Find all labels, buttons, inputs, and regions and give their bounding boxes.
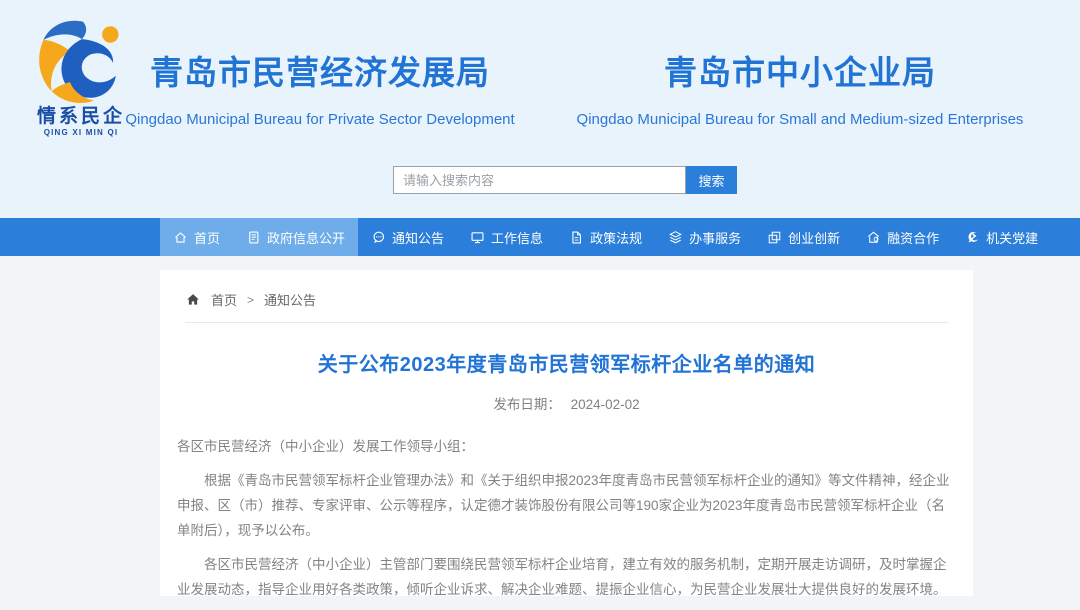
bureau-right-title: 青岛市中小企业局 — [540, 46, 1060, 94]
nav-item-policies[interactable]: 政策法规 — [556, 218, 655, 256]
breadcrumb: 首页 > 通知公告 — [177, 288, 956, 309]
nav-item-work-info[interactable]: 工作信息 — [457, 218, 556, 256]
main-area: 首页 > 通知公告 关于公布2023年度青岛市民营领军标杆企业名单的通知 发布日… — [0, 270, 1080, 610]
article-body: 各区市民营经济（中小企业）发展工作领导小组： 根据《青岛市民营领军标杆企业管理办… — [177, 434, 956, 602]
article-paragraph: 各区市民营经济（中小企业）发展工作领导小组： — [177, 434, 956, 459]
breadcrumb-divider — [185, 322, 948, 323]
document-icon — [246, 230, 261, 245]
bureau-right-subtitle: Qingdao Municipal Bureau for Small and M… — [540, 111, 1060, 128]
nav-label: 融资合作 — [887, 228, 939, 247]
nav-label: 创业创新 — [788, 228, 840, 247]
article-title: 关于公布2023年度青岛市民营领军标杆企业名单的通知 — [177, 348, 956, 377]
bureau-left-subtitle: Qingdao Municipal Bureau for Private Sec… — [100, 111, 540, 128]
logo-romanized-text: QING XI MIN QI — [16, 128, 146, 137]
breadcrumb-home-link[interactable]: 首页 — [211, 290, 237, 309]
main-navigation: 首页 政府信息公开 通知公告 工作信息 — [0, 218, 1080, 256]
nav-highlight-group: 首页 政府信息公开 — [160, 218, 358, 256]
content-card: 首页 > 通知公告 关于公布2023年度青岛市民营领军标杆企业名单的通知 发布日… — [160, 270, 973, 596]
search-button[interactable]: 搜索 — [686, 166, 737, 194]
breadcrumb-home-icon — [185, 292, 201, 307]
publish-date-row: 发布日期： 2024-02-02 — [177, 393, 956, 413]
nav-label: 工作信息 — [491, 228, 543, 247]
layers-icon — [668, 230, 683, 245]
party-emblem-icon — [965, 230, 980, 245]
nav-label: 机关党建 — [986, 228, 1038, 247]
nav-label: 办事服务 — [689, 228, 741, 247]
search-bar: 搜索 — [393, 166, 737, 194]
policy-icon — [569, 230, 584, 245]
bank-icon — [866, 230, 881, 245]
copy-icon — [767, 230, 782, 245]
nav-label: 首页 — [194, 228, 220, 247]
nav-item-financing[interactable]: 融资合作 — [853, 218, 952, 256]
nav-item-gov-info[interactable]: 政府信息公开 — [233, 218, 358, 256]
bureau-right: 青岛市中小企业局 Qingdao Municipal Bureau for Sm… — [540, 46, 1060, 128]
nav-item-innovation[interactable]: 创业创新 — [754, 218, 853, 256]
nav-item-notices[interactable]: 通知公告 — [358, 218, 457, 256]
nav-label: 政府信息公开 — [267, 228, 345, 247]
site-header: 情系民企 QING XI MIN QI 青岛市民营经济发展局 Qingdao M… — [0, 0, 1080, 218]
bureau-left: 青岛市民营经济发展局 Qingdao Municipal Bureau for … — [100, 46, 540, 128]
breadcrumb-current[interactable]: 通知公告 — [264, 290, 316, 309]
article-paragraph: 各区市民营经济（中小企业）主管部门要围绕民营领军标杆企业培育，建立有效的服务机制… — [177, 552, 956, 602]
nav-item-home[interactable]: 首页 — [160, 218, 233, 256]
article-paragraph: 根据《青岛市民营领军标杆企业管理办法》和《关于组织申报2023年度青岛市民营领军… — [177, 468, 956, 543]
bureau-left-title: 青岛市民营经济发展局 — [100, 46, 540, 94]
publish-date-value: 2024-02-02 — [571, 397, 640, 412]
nav-label: 通知公告 — [392, 228, 444, 247]
nav-item-services[interactable]: 办事服务 — [655, 218, 754, 256]
home-icon — [173, 230, 188, 245]
nav-item-party-building[interactable]: 机关党建 — [952, 218, 1051, 256]
nav-label: 政策法规 — [590, 228, 642, 247]
announcement-icon — [371, 230, 386, 245]
monitor-icon — [470, 230, 485, 245]
breadcrumb-separator: > — [247, 293, 254, 307]
publish-date-label: 发布日期： — [493, 397, 561, 412]
search-input[interactable] — [393, 166, 686, 194]
